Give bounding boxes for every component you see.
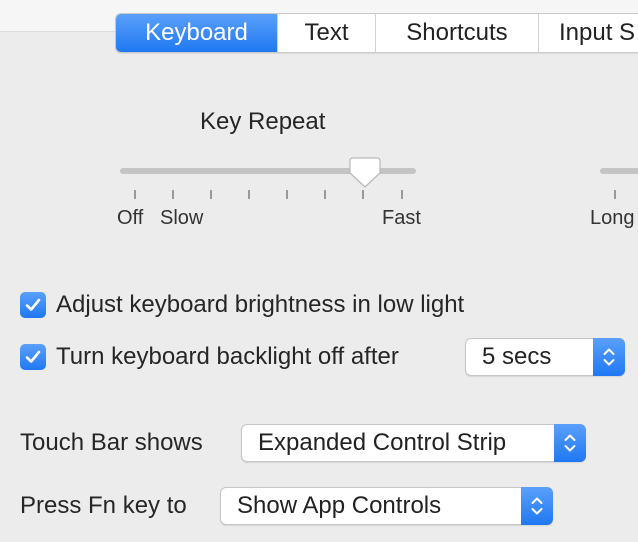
brightness-checkbox[interactable] (20, 292, 46, 318)
popup-stepper-icon[interactable] (554, 423, 586, 462)
tab-shortcuts[interactable]: Shortcuts (376, 14, 539, 52)
fn-key-label: Press Fn key to (20, 492, 187, 519)
key-repeat-tick (401, 190, 403, 199)
key-repeat-tick (324, 190, 326, 199)
backlight-timeout-popup[interactable]: 5 secs (465, 337, 625, 376)
backlight-timeout-value: 5 secs (482, 343, 552, 370)
delay-until-repeat-slider-track[interactable] (600, 168, 638, 174)
chevron-updown-icon (564, 434, 576, 451)
key-repeat-tick (362, 190, 364, 199)
chevron-updown-icon (603, 348, 615, 365)
backlight-checkbox[interactable] (20, 344, 46, 370)
checkmark-icon (25, 298, 41, 311)
key-repeat-tick (172, 190, 174, 199)
touch-bar-label: Touch Bar shows (20, 429, 203, 456)
key-repeat-tick (286, 190, 288, 199)
tab-text[interactable]: Text (278, 14, 376, 52)
tab-keyboard[interactable]: Keyboard (116, 14, 278, 52)
key-repeat-tick (134, 190, 136, 199)
key-repeat-tick (210, 190, 212, 199)
key-repeat-label-off: Off (117, 207, 144, 229)
key-repeat-title: Key Repeat (200, 108, 326, 135)
delay-until-repeat-tick (614, 190, 616, 199)
key-repeat-tick (248, 190, 250, 199)
checkmark-icon (25, 350, 41, 363)
key-repeat-label-fast: Fast (382, 207, 421, 229)
tab-input-sources[interactable]: Input S (539, 14, 638, 52)
popup-stepper-icon[interactable] (593, 337, 625, 376)
brightness-label: Adjust keyboard brightness in low light (56, 291, 465, 318)
key-repeat-slider-thumb[interactable] (348, 156, 382, 190)
touch-bar-popup[interactable]: Expanded Control Strip (241, 423, 586, 462)
backlight-option[interactable]: Turn keyboard backlight off after (20, 343, 399, 371)
fn-key-popup[interactable]: Show App Controls (220, 486, 553, 525)
fn-key-value: Show App Controls (237, 492, 442, 519)
backlight-label: Turn keyboard backlight off after (56, 343, 399, 370)
tab-bar: Keyboard Text Shortcuts Input S (115, 13, 638, 53)
delay-until-repeat-label-long: Long (590, 207, 635, 229)
key-repeat-label-slow: Slow (160, 207, 204, 229)
brightness-option[interactable]: Adjust keyboard brightness in low light (20, 291, 464, 319)
popup-stepper-icon[interactable] (521, 486, 553, 525)
chevron-updown-icon (531, 497, 543, 514)
touch-bar-value: Expanded Control Strip (258, 429, 507, 456)
